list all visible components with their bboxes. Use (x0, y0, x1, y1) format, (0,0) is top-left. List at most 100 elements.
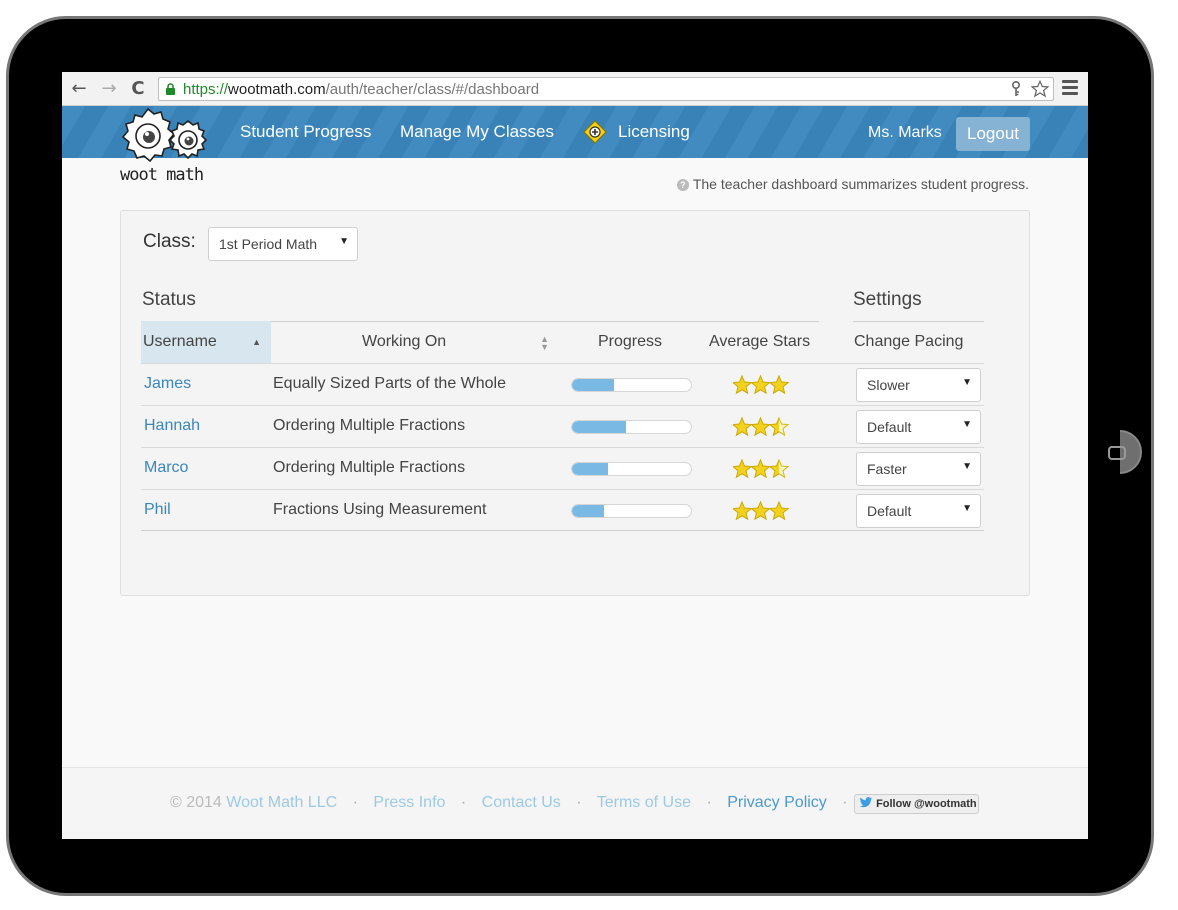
menu-icon[interactable] (1062, 80, 1078, 96)
status-title: Status (142, 289, 196, 310)
forward-arrow-icon[interactable]: → (98, 78, 120, 100)
chevron-down-icon: ▼ (339, 236, 349, 247)
lock-icon (166, 83, 175, 95)
star-filled-icon (750, 501, 771, 521)
logout-button[interactable]: Logout (956, 117, 1030, 151)
pacing-select[interactable]: Slower ▼ (856, 368, 981, 402)
progress-bar (571, 504, 692, 518)
average-stars-rating (733, 417, 789, 437)
reload-icon[interactable]: C (127, 78, 149, 100)
footer-separator: · (842, 794, 848, 811)
star-filled-icon (733, 417, 752, 437)
copyright-text: © 2014 (170, 794, 222, 811)
star-filled-icon (733, 501, 752, 521)
footer-separator: · (576, 794, 582, 811)
star-filled-icon (769, 501, 789, 521)
column-header-progress: Progress (598, 333, 663, 350)
company-link[interactable]: Woot Math LLC (226, 794, 337, 811)
progress-bar (571, 462, 692, 476)
column-header-working-on[interactable]: Working On ▲ ▼ (271, 321, 551, 363)
star-filled-icon (750, 375, 771, 395)
progress-bar-fill (572, 379, 614, 391)
licensing-plus-icon[interactable] (583, 120, 607, 144)
help-icon: ? (676, 179, 689, 191)
back-arrow-icon[interactable]: ← (68, 78, 90, 100)
column-header-average-stars: Average Stars (709, 333, 811, 350)
footer-separator: · (352, 794, 358, 811)
chevron-down-icon: ▼ (962, 377, 972, 388)
table-row: Phil Fractions Using Measurement Default… (141, 489, 984, 531)
key-icon[interactable] (1010, 80, 1022, 97)
star-filled-icon (733, 459, 752, 479)
pacing-select[interactable]: Default ▼ (856, 494, 981, 528)
progress-bar (571, 420, 692, 434)
footer-separator: · (706, 794, 712, 811)
class-select[interactable]: 1st Period Math ▼ (208, 227, 358, 261)
dashboard-panel: Class: 1st Period Math ▼ Status Settings… (120, 210, 1030, 596)
footer-links: © 2014 Woot Math LLC · Press Info · Cont… (170, 794, 859, 812)
pacing-select-value: Faster (867, 461, 907, 477)
pacing-select[interactable]: Faster ▼ (856, 452, 981, 486)
average-stars-rating (733, 501, 789, 521)
url-host: wootmath.com (228, 81, 326, 98)
twitter-bird-icon (859, 797, 873, 808)
pacing-select-value: Slower (867, 377, 910, 393)
sort-both-icon: ▲ ▼ (540, 334, 549, 352)
progress-bar-fill (572, 463, 608, 475)
working-on-cell: Fractions Using Measurement (273, 501, 487, 518)
pacing-select-value: Default (867, 503, 912, 519)
help-line: ? The teacher dashboard summarizes studen… (676, 176, 1029, 192)
column-header-username[interactable]: Username ▲ (141, 321, 271, 363)
pacing-select-value: Default (867, 419, 912, 435)
terms-of-use-link[interactable]: Terms of Use (597, 794, 691, 811)
star-filled-icon (750, 417, 771, 437)
browser-toolbar: ← → C https://wootmath.com/auth/teacher/… (62, 72, 1088, 106)
average-stars-rating (733, 459, 789, 479)
username-link[interactable]: Marco (144, 448, 188, 490)
chevron-down-icon: ▼ (962, 461, 972, 472)
nav-student-progress[interactable]: Student Progress (240, 122, 371, 142)
working-on-cell: Equally Sized Parts of the Whole (273, 375, 507, 392)
working-on-cell: Ordering Multiple Fractions (273, 459, 466, 476)
privacy-policy-link[interactable]: Privacy Policy (727, 794, 827, 811)
progress-bar-fill (572, 505, 605, 517)
working-on-cell: Ordering Multiple Fractions (273, 417, 466, 434)
table-row: James Equally Sized Parts of the Whole S… (141, 363, 984, 405)
footer-separator: · (460, 794, 467, 811)
home-button-icon (1108, 446, 1126, 460)
column-header-working-on-label: Working On (362, 333, 447, 350)
star-icon[interactable] (1030, 79, 1050, 98)
url-actions (1010, 79, 1050, 99)
class-select-value: 1st Period Math (219, 236, 318, 252)
twitter-follow-button[interactable]: Follow @wootmath (854, 794, 979, 814)
average-stars-rating (733, 375, 789, 395)
username-link[interactable]: Hannah (144, 406, 200, 448)
column-header-username-label: Username (143, 333, 217, 350)
nav-licensing[interactable]: Licensing (618, 122, 690, 142)
column-header-change-pacing: Change Pacing (854, 333, 964, 350)
contact-us-link[interactable]: Contact Us (482, 794, 561, 811)
chevron-down-icon: ▼ (962, 503, 972, 514)
help-text: The teacher dashboard summarizes student… (692, 176, 1029, 192)
user-name[interactable]: Ms. Marks (868, 124, 942, 142)
star-filled-icon (733, 375, 752, 395)
press-info-link[interactable]: Press Info (373, 794, 445, 811)
sort-ascending-icon: ▲ (252, 337, 261, 347)
table-row: Hannah Ordering Multiple Fractions Defau… (141, 405, 984, 447)
settings-title: Settings (853, 289, 922, 310)
browser-screen: ← → C https://wootmath.com/auth/teacher/… (62, 72, 1088, 839)
table-row: Marco Ordering Multiple Fractions Faster… (141, 447, 984, 489)
logo-text: woot math (120, 165, 204, 185)
pacing-select[interactable]: Default ▼ (856, 410, 981, 444)
url-scheme: https:// (183, 81, 229, 98)
address-bar[interactable]: https://wootmath.com/auth/teacher/class/… (158, 77, 1054, 101)
progress-bar-fill (572, 421, 626, 433)
username-link[interactable]: Phil (144, 490, 171, 532)
star-filled-icon (769, 375, 789, 395)
url-text: https://wootmath.com/auth/teacher/class/… (183, 81, 539, 98)
page-footer: © 2014 Woot Math LLC · Press Info · Cont… (62, 767, 1088, 839)
url-path: /auth/teacher/class/#/dashboard (325, 81, 540, 98)
nav-manage-my-classes[interactable]: Manage My Classes (400, 122, 554, 142)
progress-bar (571, 378, 692, 392)
username-link[interactable]: James (144, 364, 191, 406)
